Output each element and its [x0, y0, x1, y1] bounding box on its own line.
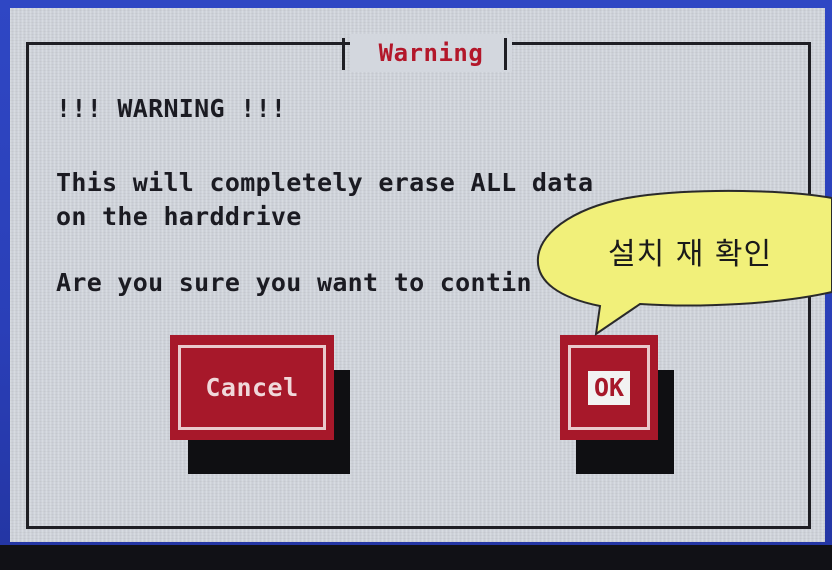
dialog-frame-bottom	[26, 526, 811, 529]
ok-button[interactable]: OK	[560, 335, 658, 440]
confirm-question: Are you sure you want to contin	[56, 268, 532, 297]
dialog-frame-top-left	[26, 42, 353, 45]
dialog-title: Warning	[378, 39, 484, 67]
installer-screen: Warning !!! WARNING !!! This will comple…	[0, 0, 832, 570]
warning-heading: !!! WARNING !!!	[56, 94, 287, 123]
dialog-frame-left	[26, 42, 29, 528]
warning-message-line-1: This will completely erase ALL data	[56, 168, 594, 197]
ok-button-label: OK	[587, 370, 631, 405]
cancel-button-label: Cancel	[205, 373, 299, 402]
dialog-title-box: Warning	[350, 34, 512, 72]
dialog-frame-top-right	[506, 42, 810, 45]
cancel-button[interactable]: Cancel	[170, 335, 334, 440]
callout-text: 설치 재 확인	[608, 237, 773, 272]
title-right-divider	[504, 38, 507, 70]
warning-message-line-2: on the harddrive	[56, 202, 302, 231]
screen-bottom-strip	[0, 545, 832, 570]
title-left-divider	[342, 38, 345, 70]
